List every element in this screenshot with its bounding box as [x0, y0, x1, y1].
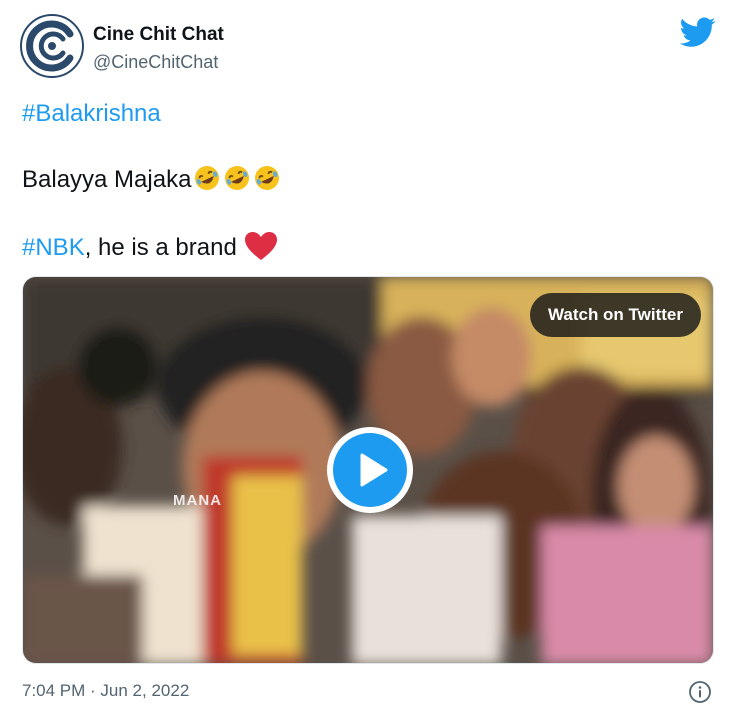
rofl-emoji-icon: [223, 164, 251, 192]
rofl-emoji-icon: [193, 164, 221, 192]
hashtag-balakrishna[interactable]: #Balakrishna: [22, 100, 161, 127]
tweet-line-3: #NBK, he is a brand: [22, 230, 279, 262]
tweet-timestamp[interactable]: 7:04 PM · Jun 2, 2022: [22, 681, 189, 701]
info-icon[interactable]: [688, 680, 712, 704]
tweet-card: Cine Chit Chat @CineChitChat #Balakrishn…: [0, 0, 735, 720]
red-heart-emoji-icon: [243, 230, 279, 262]
cine-chit-chat-logo-icon: [20, 14, 84, 78]
tweet-line-2: Balayya Majaka: [22, 164, 281, 194]
rofl-emoji-icon: [253, 164, 281, 192]
play-icon: [333, 433, 407, 507]
hashtag-nbk[interactable]: #NBK: [22, 234, 85, 261]
tweet-line-1: #Balakrishna: [22, 100, 161, 128]
tweet-text: Balayya Majaka: [22, 166, 192, 193]
author-name[interactable]: Cine Chit Chat: [93, 24, 224, 46]
author-handle[interactable]: @CineChitChat: [93, 52, 218, 73]
video-player[interactable]: MANA Watch on Twitter: [22, 276, 714, 664]
video-watermark: MANA: [173, 492, 222, 509]
author-avatar[interactable]: [20, 14, 84, 78]
twitter-bird-icon[interactable]: [679, 14, 716, 50]
tweet-text: , he is a brand: [84, 234, 237, 261]
watch-on-twitter-button[interactable]: Watch on Twitter: [529, 293, 701, 337]
play-button[interactable]: [327, 427, 413, 513]
